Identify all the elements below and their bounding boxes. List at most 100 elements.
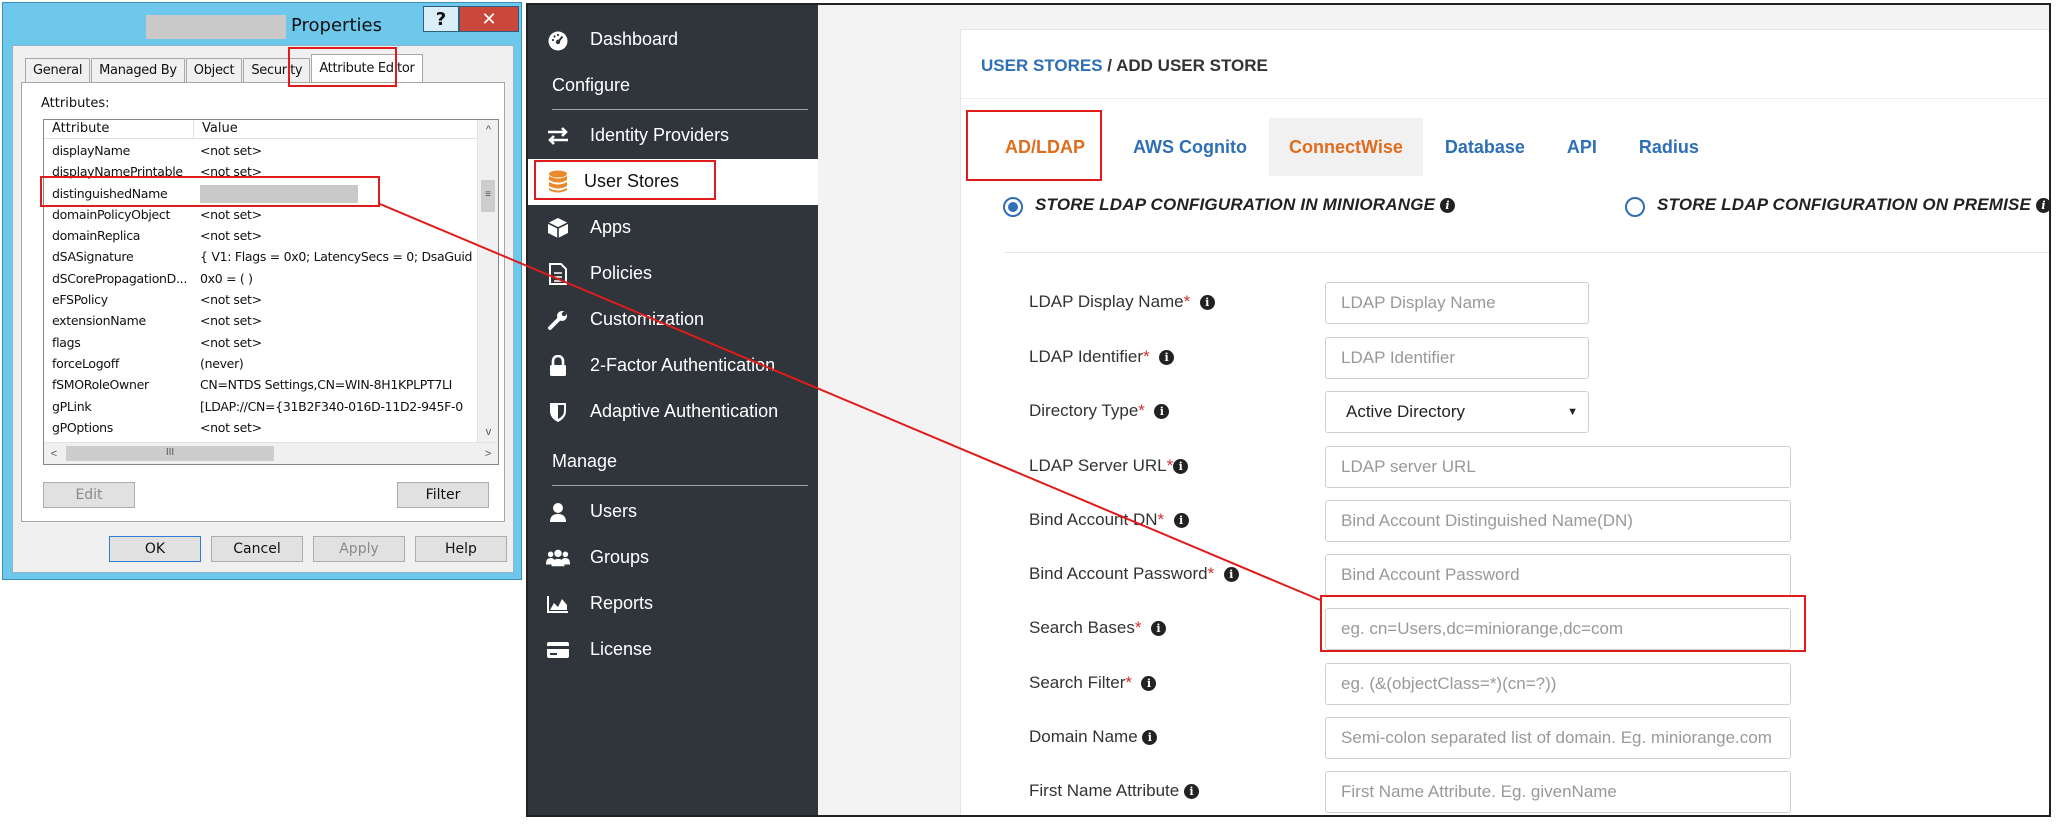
breadcrumb: USER STORES / ADD USER STORE	[981, 56, 1268, 76]
tab-connectwise[interactable]: ConnectWise	[1268, 118, 1423, 176]
info-icon: i	[1223, 567, 1239, 582]
highlight-search-bases-field	[1320, 595, 1806, 652]
apply-button[interactable]: Apply	[313, 536, 405, 562]
attribute-value: [LDAP://CN={31B2F340-016D-11D2-945F-0	[200, 398, 463, 414]
section-manage: Manage	[552, 451, 618, 471]
section-divider	[552, 485, 808, 486]
sidebar-item-label: Customization	[590, 309, 705, 329]
ldap-identifier-input[interactable]: LDAP Identifier	[1325, 337, 1589, 379]
user-icon	[546, 500, 570, 524]
attribute-name: dSASignature	[52, 249, 134, 265]
form-row-directory-type: Directory Type* i Active Directory ▼	[1029, 391, 2029, 433]
first-name-attribute-input[interactable]: First Name Attribute. Eg. givenName	[1325, 771, 1791, 813]
column-header-attribute[interactable]: Attribute	[44, 120, 194, 139]
attribute-value: <not set>	[200, 292, 262, 308]
tab-database[interactable]: Database	[1425, 118, 1545, 176]
ok-button[interactable]: OK	[109, 536, 201, 562]
form-row-domain-name: Domain Name i Semi-colon separated list …	[1029, 717, 2029, 759]
tab-managed-by[interactable]: Managed By	[91, 58, 185, 82]
sidebar-item-dashboard[interactable]: Dashboard	[528, 17, 818, 63]
attribute-value: <not set>	[200, 206, 262, 222]
sidebar-item-adaptive-authentication[interactable]: Adaptive Authentication	[528, 389, 818, 435]
table-row[interactable]: flags <not set>	[44, 332, 478, 353]
dialog-help-button[interactable]: ?	[423, 6, 459, 32]
sidebar-item-users[interactable]: Users	[528, 489, 818, 535]
directory-type-select[interactable]: Active Directory ▼	[1325, 391, 1589, 433]
vertical-scroll-thumb[interactable]: ≡	[481, 180, 495, 212]
column-header-value[interactable]: Value	[194, 120, 238, 139]
domain-name-input[interactable]: Semi-colon separated list of domain. Eg.…	[1325, 717, 1791, 759]
attribute-value: <not set>	[200, 143, 262, 158]
sidebar-item-label: Policies	[590, 263, 653, 283]
highlight-ad-ldap-tab	[966, 110, 1102, 181]
table-row[interactable]: extensionName <not set>	[44, 310, 478, 331]
form-row-bind-account-dn: Bind Account DN* i Bind Account Distingu…	[1029, 500, 2029, 542]
scroll-left-arrow-icon[interactable]: <	[44, 443, 64, 464]
table-row[interactable]: domainReplica <not set>	[44, 225, 478, 246]
form-row-ldap-identifier: LDAP Identifier* i LDAP Identifier	[1029, 337, 2029, 379]
arrows-exchange-icon	[546, 124, 570, 148]
sidebar-item-policies[interactable]: Policies	[528, 251, 818, 297]
tab-api[interactable]: API	[1547, 118, 1617, 176]
section-configure: Configure	[552, 75, 631, 95]
sidebar-item-customization[interactable]: Customization	[528, 297, 818, 343]
dialog-close-button[interactable]: ✕	[459, 6, 519, 32]
sidebar-item-2fa[interactable]: 2-Factor Authentication	[528, 343, 818, 389]
sidebar-item-label: Adaptive Authentication	[590, 401, 779, 421]
credit-card-icon	[546, 638, 570, 662]
attribute-name: fSMORoleOwner	[52, 377, 149, 393]
radio-store-on-premise[interactable]	[1625, 197, 1645, 217]
edit-button[interactable]: Edit	[43, 482, 135, 508]
table-row[interactable]: fSMORoleOwner CN=NTDS Settings,CN=WIN-8H1…	[44, 374, 478, 395]
attribute-name: extensionName	[52, 313, 146, 329]
bind-account-dn-input[interactable]: Bind Account Distinguished Name(DN)	[1325, 500, 1791, 542]
document-icon	[546, 262, 570, 286]
tab-object[interactable]: Object	[185, 58, 243, 82]
tab-general[interactable]: General	[25, 58, 91, 82]
dialog-titlebar[interactable]: Properties ? ✕	[3, 3, 521, 45]
info-icon: i	[2036, 198, 2049, 213]
tab-aws-cognito[interactable]: AWS Cognito	[1113, 118, 1267, 176]
table-row[interactable]: dSASignature { V1: Flags = 0x0; LatencySe…	[44, 246, 478, 267]
chevron-down-icon: ▼	[1567, 406, 1578, 418]
sidebar-item-label: Dashboard	[590, 29, 679, 49]
sidebar-item-identity-providers[interactable]: Identity Providers	[528, 113, 818, 159]
table-row[interactable]: gPOptions <not set>	[44, 417, 478, 438]
table-row[interactable]: gPLink [LDAP://CN={31B2F340-016D-11D2-945…	[44, 396, 478, 417]
sidebar-item-label: License	[590, 639, 653, 659]
cancel-button[interactable]: Cancel	[211, 536, 303, 562]
properties-dialog: Properties ? ✕ General Managed By Object…	[2, 2, 522, 580]
scroll-right-arrow-icon[interactable]: >	[478, 443, 498, 464]
divider	[1005, 252, 2049, 253]
horizontal-scroll-thumb[interactable]: III	[66, 446, 274, 461]
ldap-display-name-input[interactable]: LDAP Display Name	[1325, 282, 1589, 324]
search-filter-input[interactable]: eg. (&(objectClass=*)(cn=?))	[1325, 663, 1791, 705]
form-row-bind-account-password: Bind Account Password* i Bind Account Pa…	[1029, 554, 2029, 596]
table-row[interactable]: forceLogoff (never)	[44, 353, 478, 374]
highlight-attribute-editor-tab	[288, 47, 397, 87]
field-label: Directory Type* i	[1029, 401, 1170, 421]
vertical-scrollbar[interactable]: ^ ≡ v	[477, 120, 498, 442]
breadcrumb-user-stores-link[interactable]: USER STORES	[981, 56, 1103, 75]
attribute-name: dSCorePropagationD...	[52, 270, 188, 286]
attribute-value: <not set>	[200, 419, 262, 435]
tab-radius[interactable]: Radius	[1619, 118, 1719, 176]
table-row[interactable]: eFSPolicy <not set>	[44, 289, 478, 310]
scroll-down-arrow-icon[interactable]: v	[478, 422, 498, 442]
sidebar-item-reports[interactable]: Reports	[528, 581, 818, 627]
info-icon: i	[1142, 730, 1158, 745]
sidebar-item-apps[interactable]: Apps	[528, 205, 818, 251]
sidebar-item-groups[interactable]: Groups	[528, 535, 818, 581]
table-row[interactable]: dSCorePropagationD... 0x0 = ( )	[44, 268, 478, 289]
filter-button[interactable]: Filter	[397, 482, 489, 508]
table-row[interactable]: domainPolicyObject <not set>	[44, 204, 478, 225]
sidebar-item-license[interactable]: License	[528, 627, 818, 673]
horizontal-scrollbar[interactable]: < III >	[44, 442, 498, 464]
radio-store-in-miniorange[interactable]	[1003, 197, 1023, 217]
scroll-up-arrow-icon[interactable]: ^	[478, 120, 498, 140]
add-user-store-panel: USER STORES / ADD USER STORE AD/LDAP AWS…	[960, 29, 2049, 815]
table-row[interactable]: displayName <not set>	[44, 140, 478, 161]
bind-account-password-input[interactable]: Bind Account Password	[1325, 554, 1791, 596]
help-button[interactable]: Help	[415, 536, 507, 562]
ldap-server-url-input[interactable]: LDAP server URL	[1325, 446, 1791, 488]
